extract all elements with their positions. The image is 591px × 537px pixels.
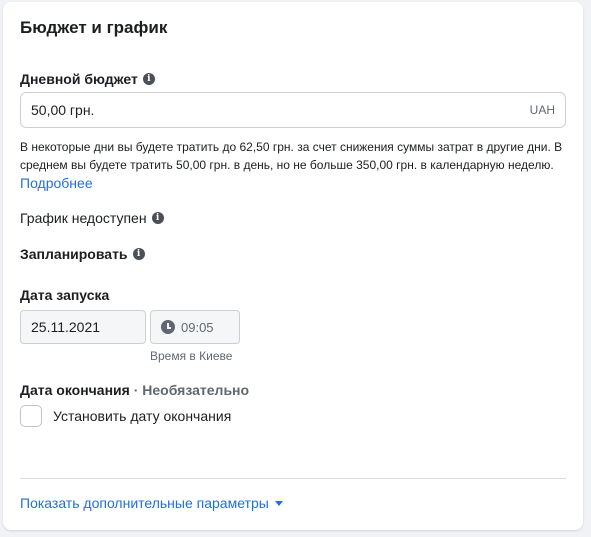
daily-budget-value[interactable]: 50,00 грн. bbox=[31, 102, 530, 118]
section-title: Бюджет и график bbox=[20, 18, 168, 37]
budget-hint-text: В некоторые дни вы будете тратить до 62,… bbox=[20, 140, 563, 172]
schedule-unavailable-label: График недоступен bbox=[20, 210, 147, 226]
plan-label-row: Запланировать i bbox=[20, 246, 145, 262]
currency-label: UAH bbox=[529, 103, 555, 117]
info-icon[interactable]: i bbox=[132, 248, 145, 260]
clock-icon bbox=[161, 320, 175, 334]
start-date-input[interactable]: 25.11.2021 bbox=[20, 310, 146, 344]
start-date-label-text: Дата запуска bbox=[20, 287, 110, 303]
set-end-date-row[interactable]: Установить дату окончания bbox=[20, 405, 231, 427]
end-date-label: Дата окончания · Необязательно bbox=[20, 382, 249, 398]
start-date-label: Дата запуска bbox=[20, 287, 109, 303]
budget-schedule-card: Бюджет и график Дневной бюджет i 50,00 г… bbox=[3, 2, 583, 530]
daily-budget-input[interactable]: 50,00 грн. UAH bbox=[20, 92, 566, 128]
show-more-options-link[interactable]: Показать дополнительные параметры bbox=[20, 495, 283, 511]
plan-label: Запланировать bbox=[20, 246, 128, 262]
set-end-date-checkbox[interactable] bbox=[20, 405, 42, 427]
set-end-date-label[interactable]: Установить дату окончания bbox=[53, 408, 231, 424]
optional-label: · Необязательно bbox=[129, 382, 250, 398]
info-icon[interactable]: i bbox=[142, 73, 155, 85]
end-date-label-text: Дата окончания bbox=[20, 382, 130, 398]
chevron-down-icon bbox=[274, 501, 283, 506]
show-more-options-label[interactable]: Показать дополнительные параметры bbox=[20, 495, 269, 511]
timezone-label: Время в Киеве bbox=[150, 349, 233, 363]
start-time-input[interactable]: 09:05 bbox=[150, 310, 240, 344]
learn-more-link[interactable]: Подробнее bbox=[20, 175, 93, 191]
start-time-value[interactable]: 09:05 bbox=[181, 320, 214, 335]
budget-hint: В некоторые дни вы будете тратить до 62,… bbox=[20, 138, 566, 193]
daily-budget-label: Дневной бюджет bbox=[20, 71, 138, 87]
schedule-unavailable-row: График недоступен i bbox=[20, 210, 164, 226]
divider bbox=[20, 478, 566, 479]
daily-budget-label-row: Дневной бюджет i bbox=[20, 71, 155, 87]
info-icon[interactable]: i bbox=[151, 212, 164, 224]
start-date-value[interactable]: 25.11.2021 bbox=[31, 319, 100, 335]
